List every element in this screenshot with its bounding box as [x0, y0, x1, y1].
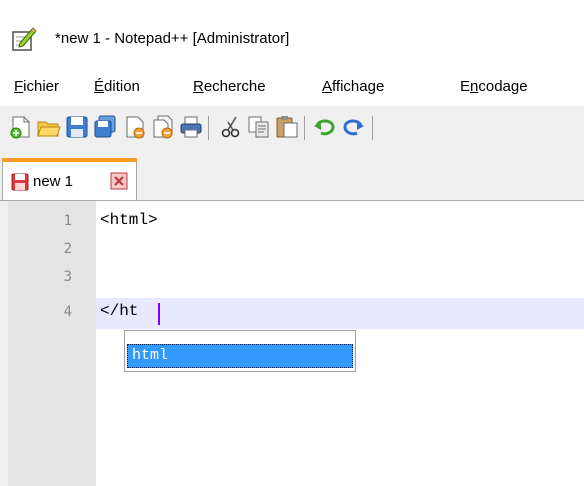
current-line-highlight	[96, 298, 584, 329]
menu-encodage[interactable]: Encodage	[460, 78, 528, 95]
redo-icon[interactable]	[340, 114, 366, 140]
autocomplete-popup: html	[124, 330, 356, 372]
menu-recherche[interactable]: Recherche	[193, 78, 266, 95]
tab-close-icon[interactable]	[110, 172, 128, 190]
line-number: 2	[63, 241, 72, 257]
toolbar	[0, 106, 584, 150]
tab-bar: new 1	[0, 150, 584, 200]
line-number: 1	[63, 213, 72, 229]
window-title: *new 1 - Notepad++ [Administrator]	[55, 30, 290, 47]
autocomplete-item[interactable]: html	[127, 344, 353, 368]
toolbar-separator	[304, 116, 305, 140]
new-file-icon[interactable]	[8, 114, 34, 140]
print-icon[interactable]	[178, 114, 204, 140]
text-caret	[158, 303, 160, 325]
open-file-icon[interactable]	[36, 114, 62, 140]
menu-bar: Fichier Édition Recherche Affichage Enco…	[0, 70, 584, 107]
unsaved-file-icon	[11, 173, 29, 191]
cut-icon[interactable]	[218, 114, 244, 140]
save-icon[interactable]	[64, 114, 90, 140]
notepadplusplus-icon	[12, 27, 37, 51]
close-all-icon[interactable]	[150, 114, 176, 140]
tab-new-1[interactable]: new 1	[2, 158, 137, 200]
tab-label: new 1	[33, 173, 74, 190]
line-number-gutter: 1 2 3 4	[8, 201, 96, 486]
title-bar: *new 1 - Notepad++ [Administrator]	[0, 0, 584, 70]
line-number: 4	[63, 304, 72, 320]
undo-icon[interactable]	[312, 114, 338, 140]
paste-icon[interactable]	[274, 114, 300, 140]
save-all-icon[interactable]	[92, 114, 118, 140]
copy-icon[interactable]	[246, 114, 272, 140]
menu-fichier[interactable]: Fichier	[14, 78, 59, 95]
tab-active-indicator	[2, 158, 137, 162]
editor-frame	[0, 201, 8, 486]
menu-edition[interactable]: Édition	[94, 78, 140, 95]
line-number: 3	[63, 269, 72, 285]
close-icon[interactable]	[122, 114, 148, 140]
toolbar-separator	[372, 116, 373, 140]
code-line: </ht	[100, 302, 139, 320]
code-line: <html>	[100, 211, 158, 229]
toolbar-separator	[208, 116, 209, 140]
menu-affichage[interactable]: Affichage	[322, 78, 384, 95]
